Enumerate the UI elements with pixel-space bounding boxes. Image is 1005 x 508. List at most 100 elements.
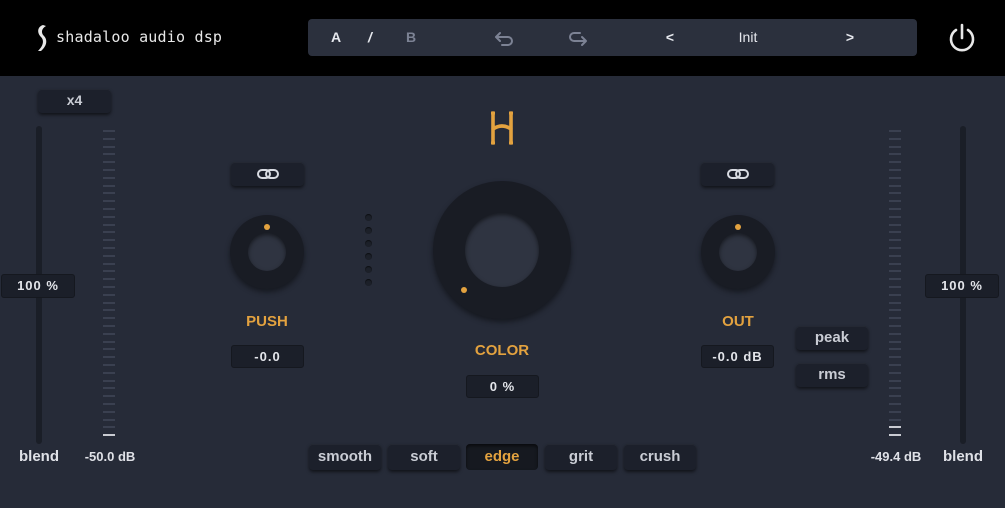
ab-b-button[interactable]: B	[401, 19, 421, 56]
meter-tick	[103, 410, 115, 413]
meter-tick	[103, 200, 115, 203]
meter-tick	[103, 176, 115, 179]
meter-tick	[103, 270, 115, 273]
undo-arrow-icon[interactable]	[493, 27, 515, 49]
meter-tick	[103, 293, 115, 296]
left-blend-label: blend	[19, 448, 59, 465]
meter-tick	[889, 348, 901, 351]
meter-tick	[889, 169, 901, 171]
push-knob-indicator	[264, 224, 270, 230]
meter-tick	[103, 434, 115, 437]
out-label: OUT	[722, 313, 754, 330]
meter-tick	[103, 231, 115, 234]
meter-tick	[103, 137, 115, 140]
left-blend-value[interactable]: 100 %	[1, 274, 75, 298]
right-meter-readout: -49.4 dB	[870, 449, 922, 464]
meter-tick	[103, 130, 115, 132]
next-preset-button[interactable]: >	[840, 19, 860, 56]
push-label: PUSH	[246, 313, 288, 330]
out-knob-indicator	[735, 224, 741, 230]
power-icon[interactable]	[947, 22, 977, 54]
out-knob[interactable]	[701, 215, 775, 289]
push-knob[interactable]	[230, 215, 304, 289]
meter-tick	[889, 293, 901, 296]
meter-tick	[103, 348, 115, 351]
meter-tick	[103, 247, 115, 249]
rms-button[interactable]: rms	[796, 363, 868, 387]
color-value[interactable]: 0 %	[466, 375, 539, 398]
meter-tick	[889, 223, 901, 226]
meter-tick	[889, 340, 901, 343]
right-blend-value[interactable]: 100 %	[925, 274, 999, 298]
left-level-meter	[103, 130, 115, 442]
out-link-button[interactable]	[701, 162, 774, 186]
meter-tick	[103, 403, 115, 405]
peak-button[interactable]: peak	[796, 326, 868, 350]
ab-copy-button[interactable]: /	[362, 19, 378, 56]
meter-tick	[103, 223, 115, 226]
color-step-dots	[365, 214, 372, 292]
meter-tick	[103, 301, 115, 304]
meter-tick	[889, 317, 901, 320]
meter-tick	[889, 262, 901, 265]
meter-tick	[889, 332, 901, 335]
meter-tick	[889, 356, 901, 359]
mode-edge-button[interactable]: edge	[466, 444, 538, 470]
mode-smooth-button[interactable]: smooth	[309, 444, 381, 470]
meter-tick	[889, 215, 901, 218]
meter-tick	[103, 169, 115, 171]
meter-tick	[889, 254, 901, 257]
meter-tick	[889, 418, 901, 421]
meter-tick	[889, 301, 901, 304]
meter-tick	[103, 426, 115, 429]
meter-tick	[103, 254, 115, 257]
left-meter-readout: -50.0 dB	[84, 449, 136, 464]
meter-tick	[103, 215, 115, 218]
meter-tick	[889, 231, 901, 234]
meter-tick	[889, 130, 901, 132]
link-icon	[727, 169, 749, 179]
meter-tick	[889, 426, 901, 429]
meter-tick	[889, 379, 901, 382]
mode-crush-button[interactable]: crush	[624, 444, 696, 470]
meter-tick	[889, 286, 901, 288]
meter-tick	[889, 434, 901, 437]
link-icon	[257, 169, 279, 179]
push-value[interactable]: -0.0	[231, 345, 304, 368]
meter-tick	[103, 286, 115, 288]
mode-soft-button[interactable]: soft	[388, 444, 460, 470]
mode-grit-button[interactable]: grit	[545, 444, 617, 470]
meter-tick	[889, 309, 901, 312]
meter-tick	[889, 200, 901, 203]
preset-name[interactable]: Init	[688, 19, 808, 56]
meter-tick	[889, 371, 901, 374]
meter-tick	[889, 137, 901, 140]
meter-tick	[889, 239, 901, 242]
meter-tick	[103, 208, 115, 210]
meter-tick	[889, 325, 901, 327]
meter-tick	[889, 270, 901, 273]
meter-tick	[103, 184, 115, 187]
meter-tick	[103, 418, 115, 421]
meter-tick	[889, 395, 901, 398]
meter-tick	[103, 317, 115, 320]
meter-tick	[889, 208, 901, 210]
out-value[interactable]: -0.0 dB	[701, 345, 774, 368]
meter-tick	[103, 192, 115, 195]
meter-tick	[889, 192, 901, 195]
push-link-button[interactable]	[231, 162, 304, 186]
color-label: COLOR	[474, 342, 530, 359]
right-blend-label: blend	[943, 448, 983, 465]
color-knob[interactable]	[433, 181, 571, 319]
meter-tick	[103, 239, 115, 242]
oversample-button[interactable]: x4	[38, 89, 111, 113]
meter-tick	[889, 278, 901, 281]
meter-tick	[889, 145, 901, 148]
meter-tick	[103, 371, 115, 374]
meter-tick	[103, 309, 115, 312]
previous-preset-button[interactable]: <	[660, 19, 680, 56]
meter-tick	[889, 387, 901, 390]
ab-a-button[interactable]: A	[326, 19, 346, 56]
redo-arrow-icon[interactable]	[567, 27, 589, 49]
meter-tick	[103, 379, 115, 382]
